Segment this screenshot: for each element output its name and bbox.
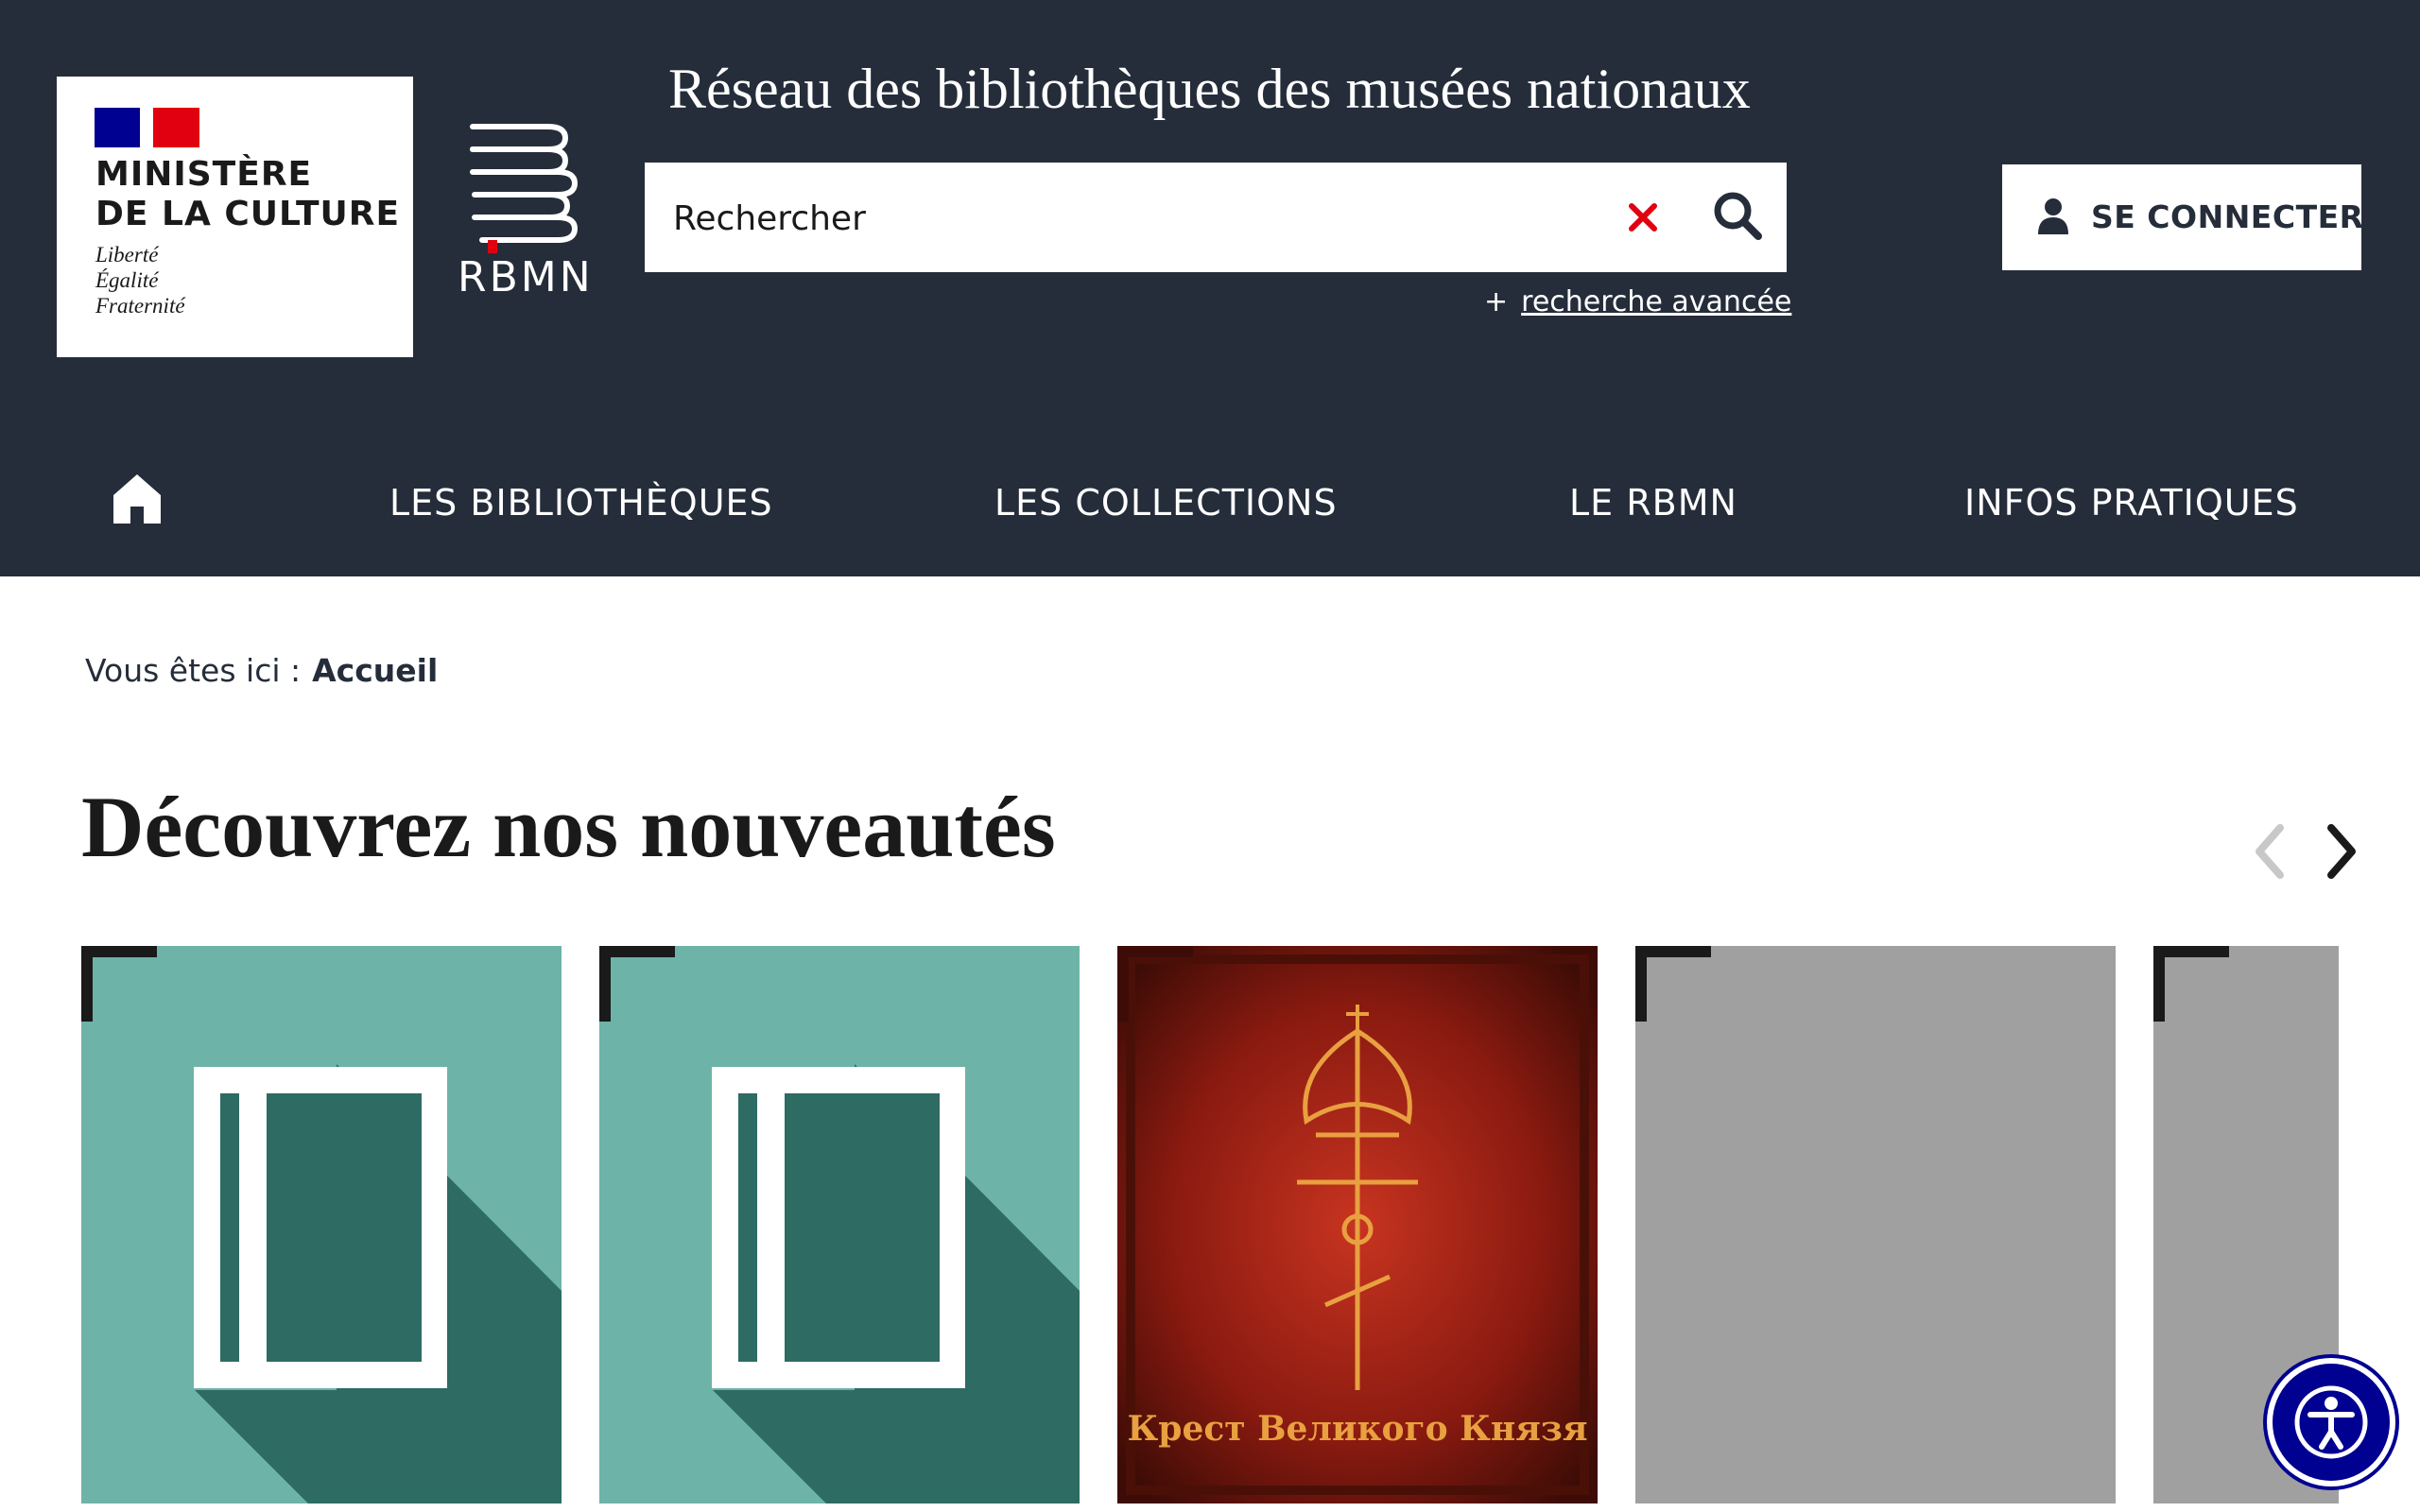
card-corner-mark <box>1117 946 1193 1022</box>
section-title: Découvrez nos nouveautés <box>81 779 1056 875</box>
accessibility-icon <box>2294 1385 2368 1459</box>
ministere-culture-logo[interactable]: MINISTÈRE DE LA CULTURE Liberté Égalité … <box>57 77 413 357</box>
card-corner-mark <box>599 946 675 1022</box>
breadcrumb: Vous êtes ici : Accueil <box>85 652 438 689</box>
ministere-devise: Liberté Égalité Fraternité <box>95 243 185 318</box>
carousel-card-2[interactable] <box>599 946 1080 1503</box>
card-corner-mark <box>2153 946 2229 1022</box>
home-icon[interactable] <box>112 472 163 525</box>
clear-icon[interactable] <box>1624 198 1662 236</box>
search-icon[interactable] <box>1711 189 1764 242</box>
plus-icon: + <box>1484 285 1509 318</box>
book-cover-title: Крест Великого Князя <box>1127 1409 1588 1449</box>
book-placeholder-icon <box>599 946 1080 1503</box>
new-items-carousel: Крест Великого Князя <box>0 946 2420 1512</box>
marianne-flag-icon <box>95 108 199 147</box>
carousel-card-1[interactable] <box>81 946 562 1503</box>
carousel-card-3[interactable]: Крест Великого Князя <box>1117 946 1598 1503</box>
advanced-search-link[interactable]: + recherche avancée <box>1484 285 1791 318</box>
book-placeholder-icon <box>81 946 562 1503</box>
card-corner-mark <box>1635 946 1711 1022</box>
login-button[interactable]: SE CONNECTER <box>2002 164 2364 270</box>
nav-les-collections[interactable]: LES COLLECTIONS <box>994 482 1338 524</box>
nav-le-rbmn[interactable]: LE RBMN <box>1569 482 1737 524</box>
advanced-search-label: recherche avancée <box>1521 285 1792 318</box>
nav-les-bibliotheques[interactable]: LES BIBLIOTHÈQUES <box>389 482 773 524</box>
login-button-label: SE CONNECTER <box>2091 198 2364 235</box>
card-corner-mark <box>81 946 157 1022</box>
breadcrumb-prefix: Vous êtes ici : <box>85 652 302 689</box>
site-header: MINISTÈRE DE LA CULTURE Liberté Égalité … <box>0 0 2420 576</box>
carousel-next-arrow-icon[interactable] <box>2322 818 2363 885</box>
user-icon <box>2038 198 2068 234</box>
rbmn-logo-text: RBMN <box>458 253 594 301</box>
carousel-prev-arrow-icon[interactable] <box>2248 818 2290 885</box>
site-title: Réseau des bibliothèques des musées nati… <box>668 58 1751 120</box>
breadcrumb-current[interactable]: Accueil <box>312 652 438 689</box>
nav-infos-pratiques[interactable]: INFOS PRATIQUES <box>1964 482 2299 524</box>
ministere-title: MINISTÈRE DE LA CULTURE <box>95 155 401 233</box>
accessibility-button[interactable] <box>2273 1364 2390 1481</box>
main-navigation: LES BIBLIOTHÈQUES LES COLLECTIONS LE RBM… <box>0 444 2420 558</box>
search-bar <box>645 163 1787 274</box>
search-input[interactable] <box>671 163 1620 274</box>
carousel-card-4[interactable] <box>1635 946 2116 1503</box>
